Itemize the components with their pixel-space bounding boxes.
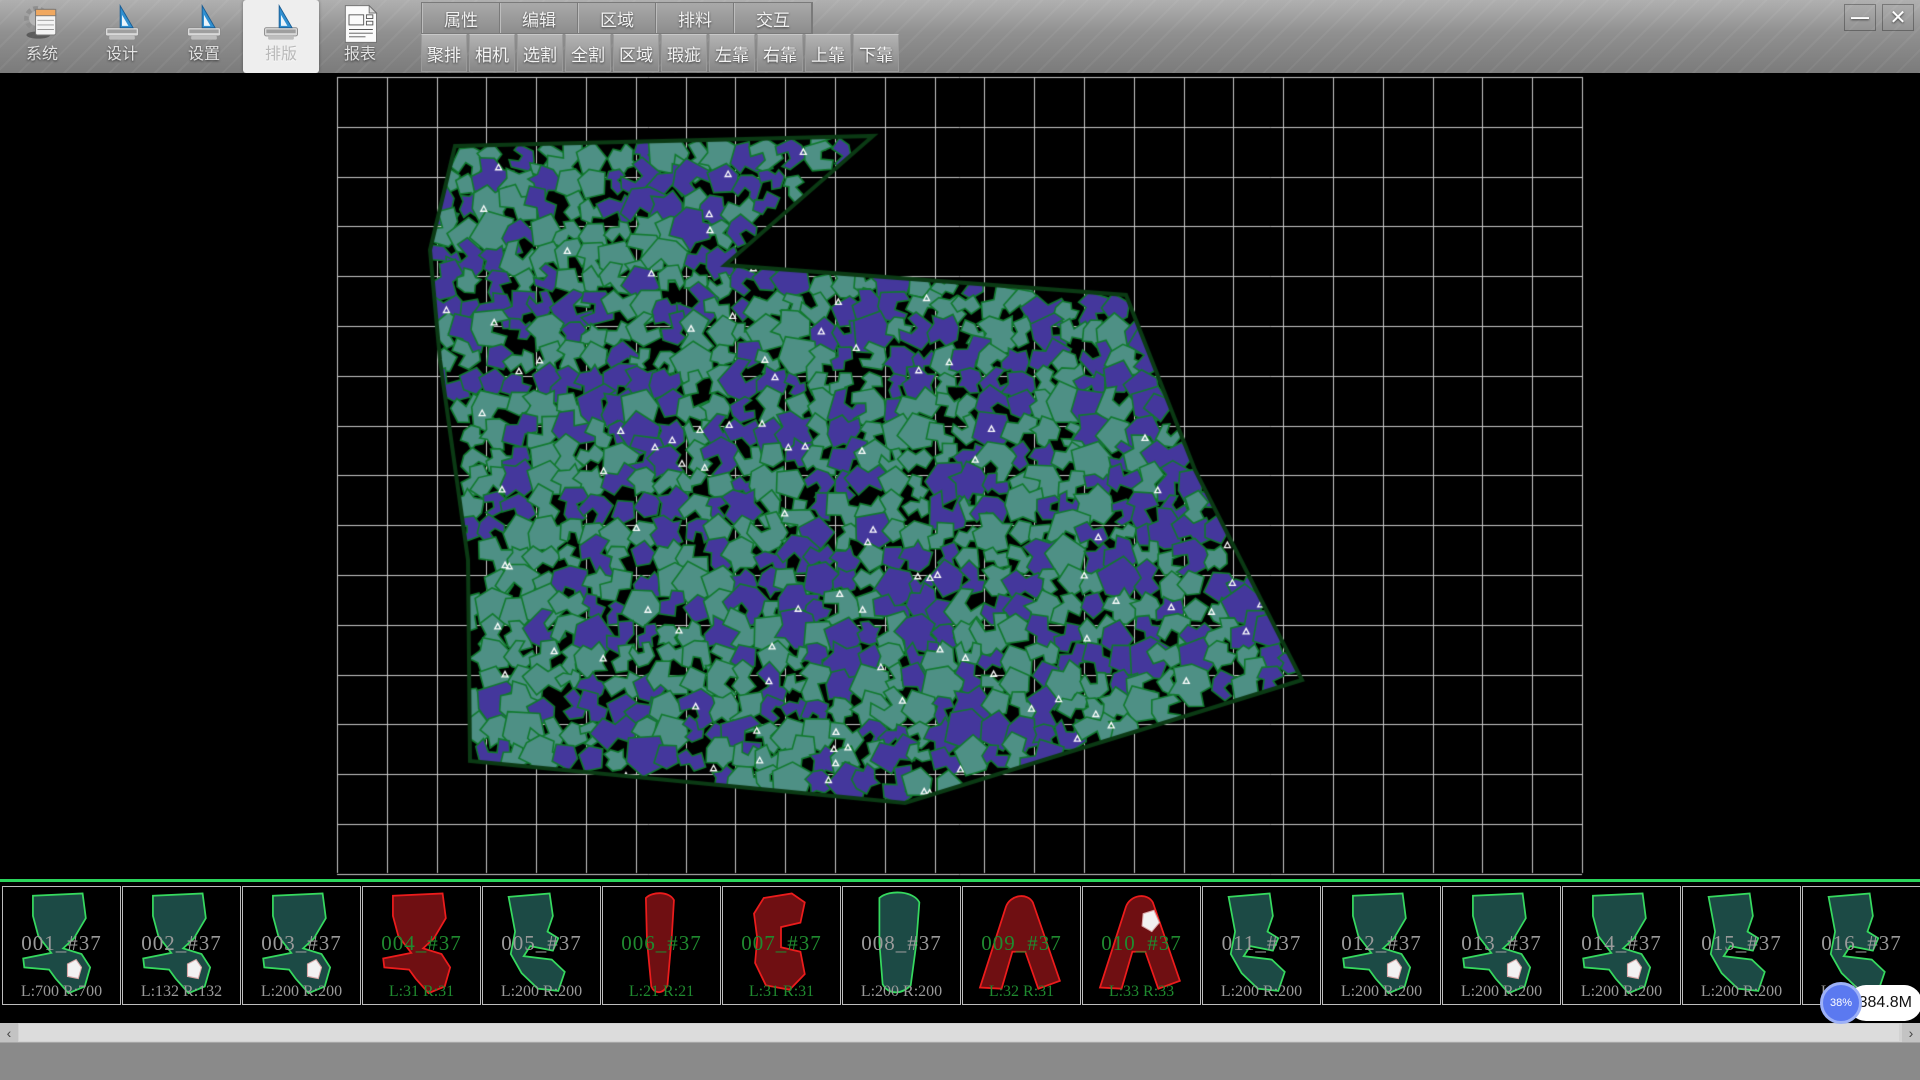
ribbon-defect-button[interactable]: 瑕疵 [661,34,707,72]
piece-lr-label: L:31 R:31 [723,983,840,1001]
piece-thumbnail[interactable]: 006_#37 L:21 R:21 [602,886,721,1005]
nesting-work-area[interactable] [0,73,1920,879]
piece-name: 010_#37 [1083,931,1200,956]
nesting-label: 排版 [265,46,297,64]
piece-lr-label: L:200 R:200 [243,983,360,1001]
design-ruler-icon [100,2,144,46]
window-controls: — ✕ [1844,4,1914,31]
ribbon-align-bottom-button[interactable]: 下靠 [853,34,899,72]
report-label: 报表 [344,46,376,64]
ribbon-align-top-button[interactable]: 上靠 [805,34,851,72]
scroll-right-arrow-icon[interactable]: › [1902,1023,1920,1042]
settings-button[interactable]: 设置 [166,0,242,73]
piece-thumbnail[interactable]: 008_#37 L:200 R:200 [842,886,961,1005]
settings-label: 设置 [188,46,220,64]
ribbon-align-left-button[interactable]: 左靠 [709,34,755,72]
ribbon-region-button[interactable]: 区域 [613,34,659,72]
piece-name: 011_#37 [1203,931,1320,956]
settings-ruler-icon [182,2,226,46]
piece-name: 012_#37 [1323,931,1440,956]
piece-name: 013_#37 [1443,931,1560,956]
main-toolbar: 系统 设计 设置 [0,0,1920,73]
system-button[interactable]: 系统 [4,0,80,73]
menu-region[interactable]: 区域 [578,3,656,33]
piece-thumbnail-strip: 001_#37 L:700 R:700 002_#37 L:132 R:132 … [0,879,1920,1023]
ribbon-cut-all-button[interactable]: 全割 [565,34,611,72]
piece-thumbnail[interactable]: 004_#37 L:31 R:31 [362,886,481,1005]
piece-name: 004_#37 [363,931,480,956]
piece-thumbnail[interactable]: 009_#37 L:32 R:31 [962,886,1081,1005]
status-bar [0,1042,1920,1080]
piece-lr-label: L:31 R:31 [363,983,480,1001]
thumbnail-row: 001_#37 L:700 R:700 002_#37 L:132 R:132 … [2,886,1920,1005]
piece-name: 016_#37 [1803,931,1920,956]
menu-edit[interactable]: 编辑 [500,3,578,33]
piece-lr-label: L:32 R:31 [963,983,1080,1001]
piece-thumbnail[interactable]: 010_#37 L:33 R:33 [1082,886,1201,1005]
system-gear-icon [20,2,64,46]
menu-properties[interactable]: 属性 [422,3,500,33]
piece-name: 007_#37 [723,931,840,956]
piece-thumbnail[interactable]: 011_#37 L:200 R:200 [1202,886,1321,1005]
piece-name: 015_#37 [1683,931,1800,956]
close-button[interactable]: ✕ [1882,4,1914,31]
piece-name: 006_#37 [603,931,720,956]
piece-thumbnail[interactable]: 015_#37 L:200 R:200 [1682,886,1801,1005]
ribbon-align-right-button[interactable]: 右靠 [757,34,803,72]
scroll-left-arrow-icon[interactable]: ‹ [0,1023,18,1042]
piece-lr-label: L:700 R:700 [3,983,120,1001]
ribbon-select-cut-button[interactable]: 选割 [517,34,563,72]
piece-lr-label: L:33 R:33 [1083,983,1200,1001]
nesting-button-active[interactable]: 排版 [243,0,319,73]
piece-name: 008_#37 [843,931,960,956]
piece-lr-label: L:200 R:200 [483,983,600,1001]
ribbon-camera-button[interactable]: 相机 [469,34,515,72]
scrollbar-thumb[interactable] [19,1024,1899,1041]
piece-name: 003_#37 [243,931,360,956]
ribbon-toolbar: 聚排 相机 选割 全割 区域 瑕疵 左靠 右靠 上靠 下靠 [421,34,901,72]
piece-lr-label: L:21 R:21 [603,983,720,1001]
piece-thumbnail[interactable]: 005_#37 L:200 R:200 [482,886,601,1005]
piece-thumbnail[interactable]: 007_#37 L:31 R:31 [722,886,841,1005]
piece-name: 001_#37 [3,931,120,956]
menu-interaction[interactable]: 交互 [734,3,812,33]
progress-percent-badge: 38% [1820,982,1862,1024]
piece-thumbnail[interactable]: 002_#37 L:132 R:132 [122,886,241,1005]
piece-thumbnail[interactable]: 001_#37 L:700 R:700 [2,886,121,1005]
application-window: { "window": { "minimize_label": "—", "cl… [0,0,1920,1080]
piece-thumbnail[interactable]: 003_#37 L:200 R:200 [242,886,361,1005]
ribbon-cluster-nest-button[interactable]: 聚排 [421,34,467,72]
menu-bar: 属性 编辑 区域 排料 交互 [421,2,813,34]
piece-name: 002_#37 [123,931,240,956]
report-button[interactable]: 报表 [322,0,398,73]
menu-nesting[interactable]: 排料 [656,3,734,33]
piece-lr-label: L:132 R:132 [123,983,240,1001]
design-button[interactable]: 设计 [84,0,160,73]
piece-name: 005_#37 [483,931,600,956]
piece-name: 009_#37 [963,931,1080,956]
piece-lr-label: L:200 R:200 [1563,983,1680,1001]
piece-lr-label: L:200 R:200 [843,983,960,1001]
piece-name: 014_#37 [1563,931,1680,956]
piece-lr-label: L:200 R:200 [1443,983,1560,1001]
piece-thumbnail[interactable]: 014_#37 L:200 R:200 [1562,886,1681,1005]
nesting-ruler-icon [259,2,303,46]
piece-lr-label: L:200 R:200 [1323,983,1440,1001]
minimize-button[interactable]: — [1844,4,1876,31]
piece-lr-label: L:200 R:200 [1203,983,1320,1001]
report-document-icon [338,2,382,46]
piece-thumbnail[interactable]: 013_#37 L:200 R:200 [1442,886,1561,1005]
piece-lr-label: L:200 R:200 [1683,983,1800,1001]
design-label: 设计 [106,46,138,64]
system-label: 系统 [26,46,58,64]
piece-thumbnail[interactable]: 012_#37 L:200 R:200 [1322,886,1441,1005]
horizontal-scrollbar[interactable]: ‹ › [0,1023,1920,1042]
